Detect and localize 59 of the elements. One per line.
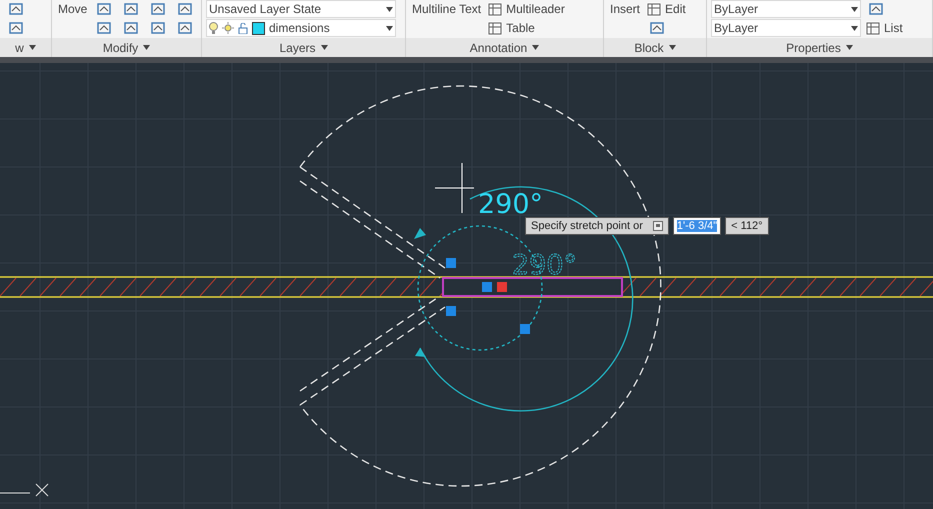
command-prompt: Specify stretch point or [525, 217, 669, 235]
tool-icon [647, 2, 662, 16]
tool-icon [177, 2, 194, 16]
grip-handle[interactable] [520, 324, 530, 334]
caret-icon [851, 26, 858, 30]
layer-dropdown[interactable]: dimensions [206, 19, 396, 37]
dimension-text: 290° [512, 250, 578, 281]
crosshair [434, 162, 474, 214]
caret-icon [851, 6, 858, 12]
caret-icon [386, 26, 393, 30]
panel-title[interactable]: w [15, 40, 24, 54]
caret-icon [320, 45, 328, 50]
tool-icon [8, 2, 24, 16]
tool-icon [488, 22, 502, 34]
tool-icon [8, 21, 24, 35]
angle-input[interactable]: < 112° [725, 217, 769, 235]
caret-icon [846, 45, 853, 50]
panel-title[interactable]: Modify [102, 40, 138, 54]
ucs-icon [0, 484, 48, 496]
caret-icon [532, 45, 540, 50]
lightbulb-icon [209, 22, 218, 34]
layer-color-swatch [252, 22, 265, 34]
dropdown-field[interactable]: ByLayer [711, 19, 861, 37]
panel-title[interactable]: Layers [279, 40, 316, 54]
expand-icon[interactable] [652, 221, 663, 231]
ribbon-button[interactable]: List [864, 19, 905, 37]
tool-icon [96, 21, 112, 35]
caret-icon [28, 45, 36, 50]
tool-icon [866, 22, 880, 34]
ribbon-large-button[interactable]: Insert [608, 0, 642, 37]
grip-handle[interactable] [482, 282, 492, 292]
tool-icon [868, 2, 884, 16]
hot-grip-handle[interactable] [497, 282, 507, 292]
grip-handle[interactable] [446, 306, 456, 316]
arrowhead [414, 228, 426, 239]
dimension-text: 290° [478, 189, 544, 220]
caret-icon [386, 6, 393, 12]
dropdown-field[interactable]: Unsaved Layer State [206, 0, 396, 18]
ribbon-button[interactable]: Multileader [486, 0, 567, 18]
tool-icon [177, 21, 194, 35]
tool-icon [123, 21, 140, 35]
tool-icon [123, 2, 140, 16]
ribbon-large-button[interactable]: Move [56, 0, 90, 37]
ribbon-button[interactable]: Table [486, 19, 567, 37]
caret-icon [668, 45, 676, 50]
dropdown-field[interactable]: ByLayer [711, 0, 861, 18]
tool-icon [150, 2, 166, 16]
arrowhead [415, 348, 426, 357]
sun-icon [222, 22, 234, 34]
panel-title[interactable]: Properties [786, 40, 841, 54]
tool-icon [488, 2, 502, 16]
caret-icon [143, 45, 150, 50]
tool-icon [150, 21, 166, 35]
ribbon-button[interactable]: Edit [645, 0, 688, 18]
tool-icon [96, 2, 112, 16]
grip-handle[interactable] [446, 258, 456, 268]
ribbon-large-button[interactable]: Multiline Text [410, 0, 484, 37]
lock-icon [238, 22, 248, 34]
tool-icon [649, 21, 666, 35]
